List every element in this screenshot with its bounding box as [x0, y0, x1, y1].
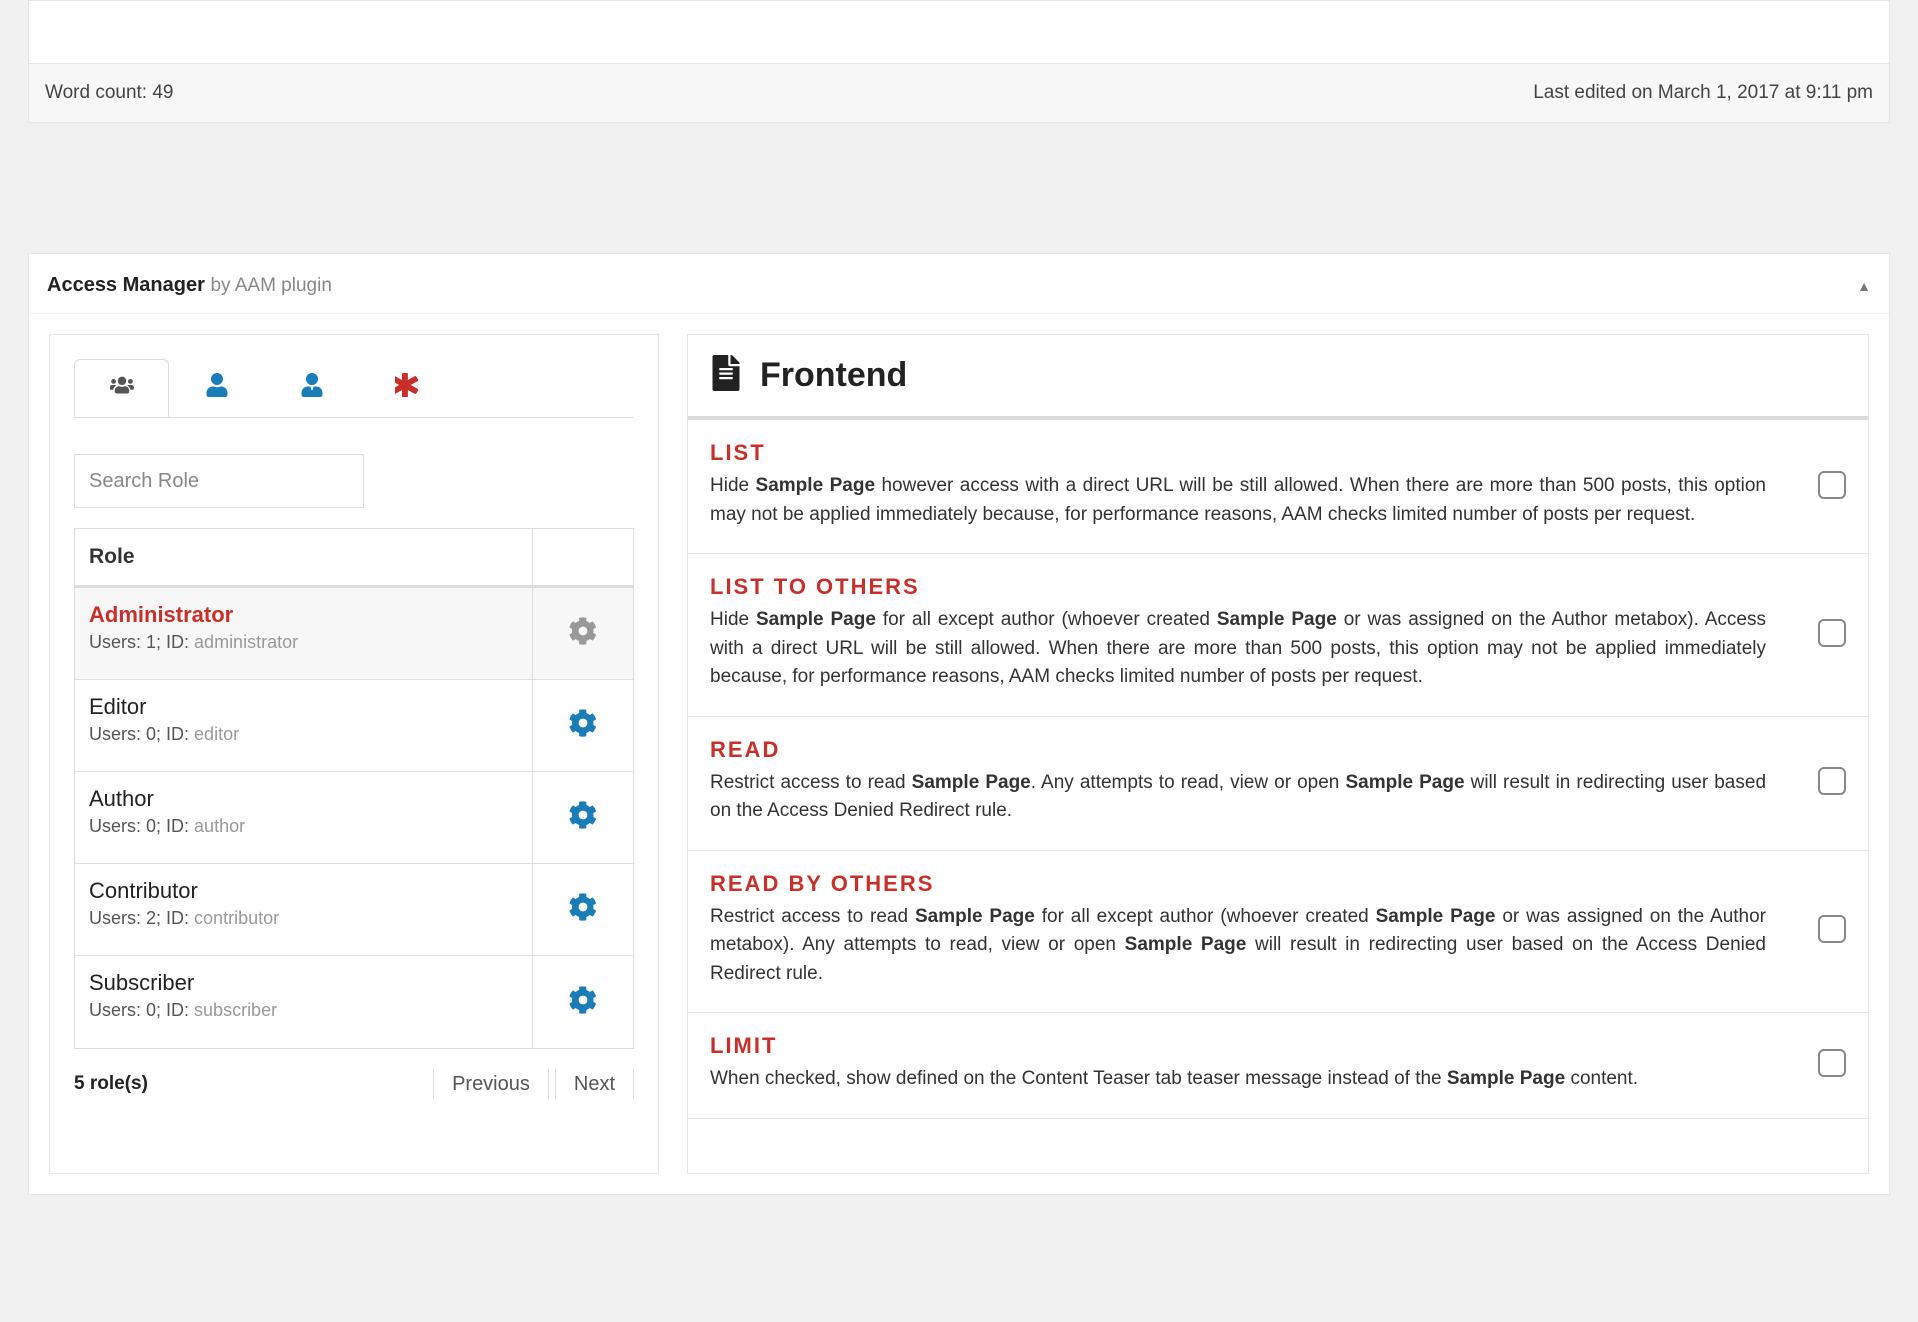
metabox-subtitle: by AAM plugin: [210, 275, 331, 296]
role-meta: Users: 0; ID: subscriber: [89, 1000, 518, 1021]
option-description: When checked, show defined on the Conten…: [710, 1065, 1766, 1094]
role-manage-button[interactable]: [533, 680, 633, 771]
gear-icon: [569, 893, 597, 926]
subject-tabs: [74, 359, 634, 418]
tab-roles[interactable]: [74, 359, 169, 417]
roles-count-label: 5 role(s): [74, 1073, 148, 1095]
gear-icon: [569, 801, 597, 834]
option-checkbox[interactable]: [1818, 471, 1846, 499]
access-option-read-by-others: READ BY OTHERS Restrict access to read S…: [688, 851, 1868, 1014]
option-description: Hide Sample Page however access with a d…: [710, 472, 1766, 529]
roles-header-actions: [533, 529, 633, 585]
role-name: Administrator: [89, 602, 518, 628]
option-description: Hide Sample Page for all except author (…: [710, 606, 1766, 692]
option-description: Restrict access to read Sample Page for …: [710, 903, 1766, 989]
access-option-list-to-others: LIST TO OTHERS Hide Sample Page for all …: [688, 554, 1868, 717]
user-icon: [205, 373, 229, 403]
roles-prev-button[interactable]: Previous: [433, 1069, 549, 1099]
roles-table: Role Administrator Users: 1; ID: adminis…: [74, 528, 634, 1049]
access-option-read: READ Restrict access to read Sample Page…: [688, 717, 1868, 851]
word-count-label: Word count: 49: [45, 82, 174, 104]
role-meta: Users: 0; ID: editor: [89, 724, 518, 745]
gear-icon: [569, 617, 597, 650]
role-row-administrator[interactable]: Administrator Users: 1; ID: administrato…: [75, 588, 633, 680]
option-checkbox[interactable]: [1818, 1049, 1846, 1077]
collapse-icon[interactable]: ▲: [1857, 278, 1871, 294]
access-option-list: LIST Hide Sample Page however access wit…: [688, 420, 1868, 554]
option-label: LIMIT: [710, 1033, 1766, 1059]
access-options-panel: Frontend LIST Hide Sample Page however a…: [687, 334, 1869, 1174]
option-label: READ BY OTHERS: [710, 871, 1766, 897]
tab-default[interactable]: [359, 359, 454, 417]
metabox-title: Access Manager: [47, 274, 205, 296]
role-name: Contributor: [89, 878, 518, 904]
option-checkbox[interactable]: [1818, 915, 1846, 943]
section-title-bar: Frontend: [687, 334, 1869, 420]
role-row-author[interactable]: Author Users: 0; ID: author: [75, 772, 633, 864]
gear-icon: [569, 709, 597, 742]
role-name: Editor: [89, 694, 518, 720]
last-edited-label: Last edited on March 1, 2017 at 9:11 pm: [1533, 82, 1873, 104]
option-description: Restrict access to read Sample Page. Any…: [710, 769, 1766, 826]
option-label: READ: [710, 737, 1766, 763]
role-manage-button[interactable]: [533, 956, 633, 1048]
document-icon: [710, 355, 742, 396]
subject-panel: Role Administrator Users: 1; ID: adminis…: [49, 334, 659, 1174]
editor-status-bar: Word count: 49 Last edited on March 1, 2…: [28, 64, 1890, 123]
role-meta: Users: 0; ID: author: [89, 816, 518, 837]
asterisk-icon: [395, 373, 419, 403]
option-label: LIST: [710, 440, 1766, 466]
roles-header-label: Role: [75, 529, 533, 585]
option-label: LIST TO OTHERS: [710, 574, 1766, 600]
users-group-icon: [110, 373, 134, 403]
tab-users[interactable]: [169, 359, 264, 417]
gear-icon: [569, 986, 597, 1019]
role-meta: Users: 2; ID: contributor: [89, 908, 518, 929]
role-manage-button[interactable]: [533, 772, 633, 863]
role-manage-button[interactable]: [533, 864, 633, 955]
section-heading: Frontend: [760, 356, 907, 395]
access-option-limit: LIMIT When checked, show defined on the …: [688, 1013, 1868, 1119]
role-row-editor[interactable]: Editor Users: 0; ID: editor: [75, 680, 633, 772]
role-row-contributor[interactable]: Contributor Users: 2; ID: contributor: [75, 864, 633, 956]
metabox-header[interactable]: Access Manager by AAM plugin ▲: [29, 254, 1889, 314]
role-row-subscriber[interactable]: Subscriber Users: 0; ID: subscriber: [75, 956, 633, 1048]
role-name: Subscriber: [89, 970, 518, 996]
access-manager-metabox: Access Manager by AAM plugin ▲: [28, 253, 1890, 1195]
visitor-icon: [300, 373, 324, 403]
editor-content-area[interactable]: [28, 0, 1890, 64]
option-checkbox[interactable]: [1818, 767, 1846, 795]
roles-next-button[interactable]: Next: [555, 1069, 634, 1099]
role-name: Author: [89, 786, 518, 812]
tab-visitor[interactable]: [264, 359, 359, 417]
role-meta: Users: 1; ID: administrator: [89, 632, 518, 653]
role-manage-button[interactable]: [533, 588, 633, 679]
search-role-input[interactable]: [74, 454, 364, 508]
option-checkbox[interactable]: [1818, 619, 1846, 647]
